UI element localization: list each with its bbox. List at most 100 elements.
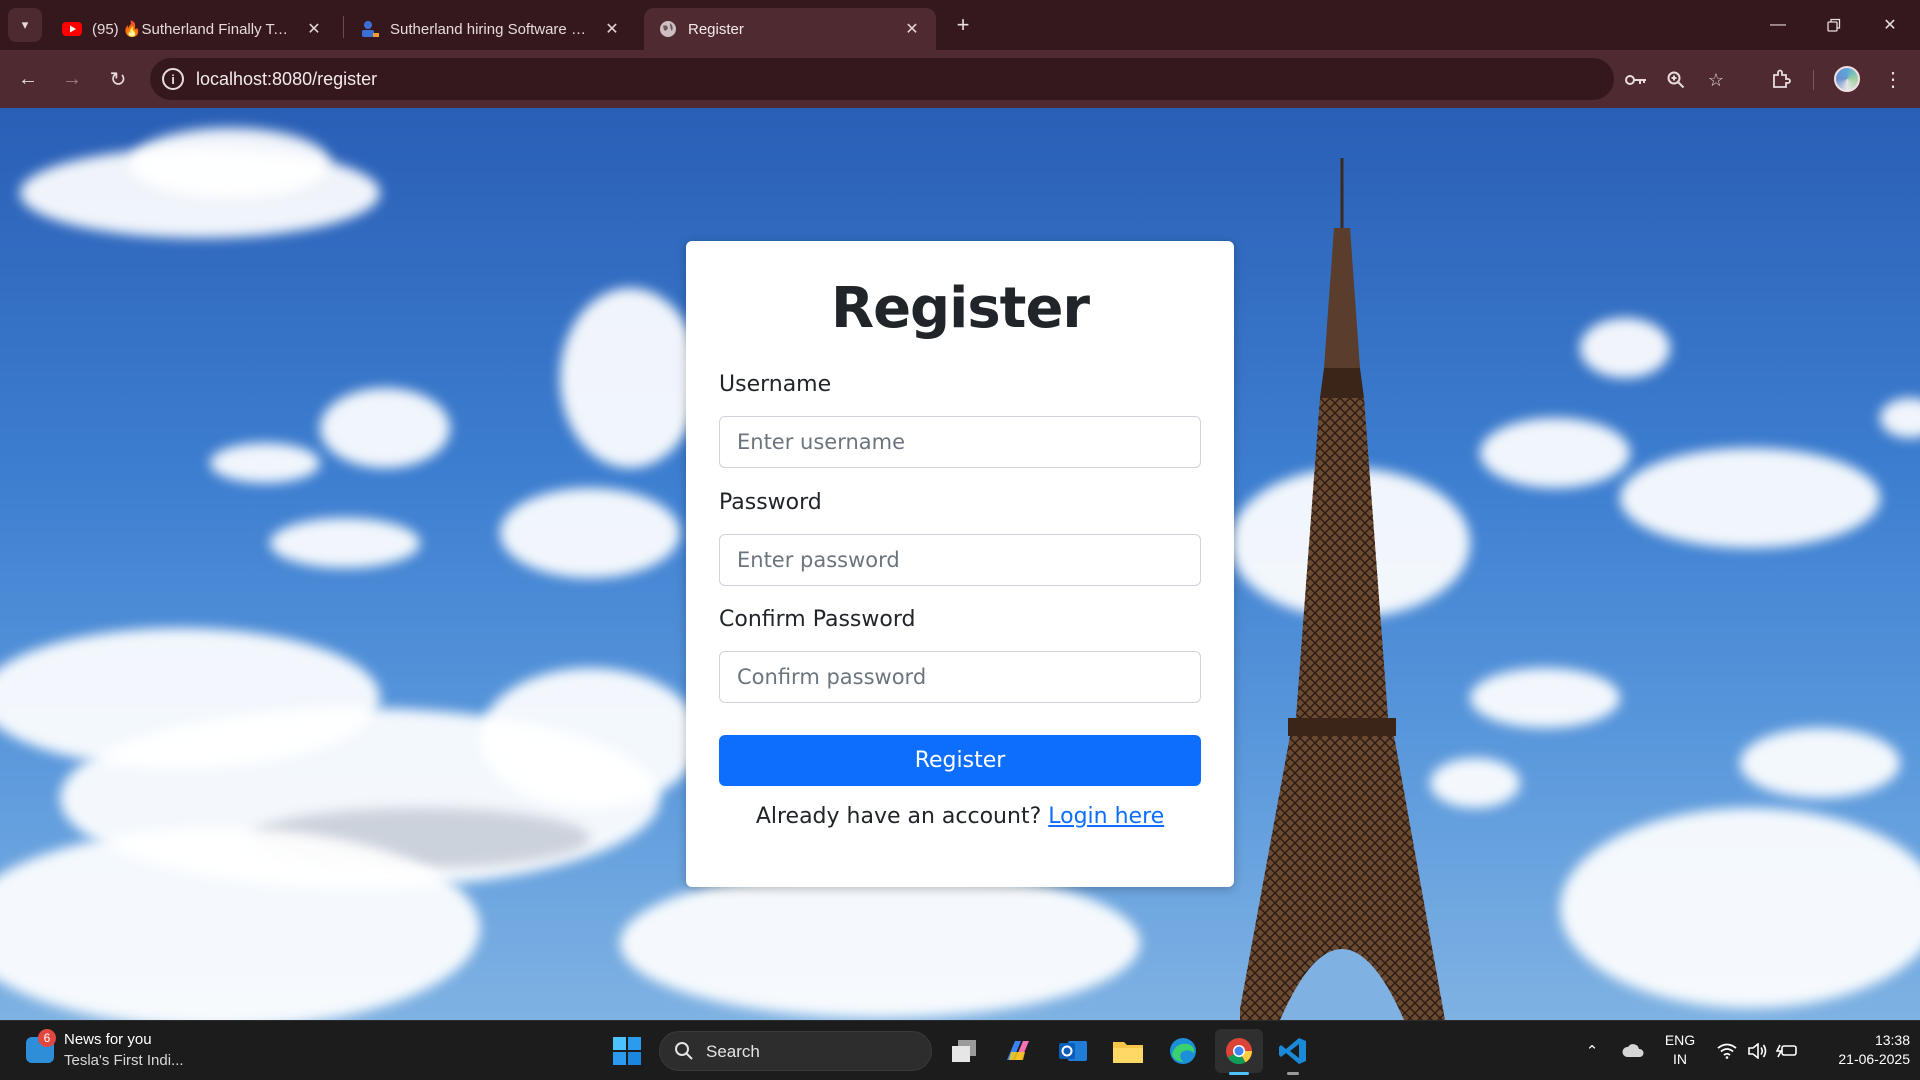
vscode-button[interactable] — [1275, 1033, 1311, 1075]
tab-youtube[interactable]: (95) 🔥Sutherland Finally Tech Hiring ✕ — [48, 8, 338, 50]
show-hidden-icons-button[interactable]: ⌃ — [1580, 1021, 1604, 1080]
zoom-icon[interactable] — [1664, 69, 1688, 91]
language-indicator[interactable]: ENG IN — [1660, 1031, 1700, 1069]
tab-job-listing[interactable]: Sutherland hiring Software Developer ✕ — [346, 8, 636, 50]
chrome-icon — [1226, 1038, 1253, 1065]
login-link[interactable]: Login here — [1048, 804, 1164, 829]
arrow-right-icon: → — [62, 67, 82, 90]
tab-register[interactable]: Register ✕ — [644, 8, 936, 50]
close-icon: ✕ — [1883, 17, 1897, 34]
edge-button[interactable] — [1165, 1033, 1201, 1069]
cloud — [620, 868, 1140, 1018]
cloud — [1620, 448, 1880, 548]
cloud — [1480, 418, 1630, 488]
news-title: News for you — [64, 1031, 152, 1048]
extensions-icon[interactable] — [1766, 64, 1796, 94]
cloud — [1880, 398, 1920, 438]
confirm-password-input[interactable] — [719, 651, 1201, 703]
cloud — [500, 488, 680, 578]
close-icon[interactable]: ✕ — [902, 19, 922, 39]
cloud — [270, 518, 420, 568]
toolbar-divider — [1813, 70, 1814, 90]
browser-toolbar: ← → ↻ i localhost:8080/register ☆ ⋮ — [0, 50, 1920, 108]
edge-icon — [1170, 1038, 1196, 1064]
cloud — [320, 388, 450, 468]
close-window-button[interactable]: ✕ — [1862, 0, 1918, 50]
tab-title: Register — [688, 20, 744, 38]
outlook-icon — [1059, 1041, 1087, 1061]
clock[interactable]: 13:38 21-06-2025 — [1812, 1031, 1910, 1069]
wifi-icon[interactable] — [1714, 1021, 1740, 1080]
vscode-icon — [1279, 1038, 1306, 1064]
cloud — [480, 668, 700, 808]
address-bar[interactable]: i localhost:8080/register ☆ — [150, 58, 1724, 100]
login-prompt-text: Already have an account? — [755, 804, 1042, 829]
password-key-icon[interactable] — [1624, 69, 1648, 91]
register-button[interactable]: Register — [719, 735, 1201, 786]
volume-icon[interactable] — [1744, 1021, 1770, 1080]
chevron-down-icon: ▾ — [21, 17, 29, 32]
password-input[interactable] — [719, 534, 1201, 586]
register-card: Register Username Password Confirm Passw… — [686, 241, 1234, 887]
restore-button[interactable] — [1806, 0, 1862, 50]
region-code: IN — [1673, 1051, 1687, 1067]
chevron-up-icon: ⌃ — [1585, 1043, 1599, 1060]
username-input[interactable] — [719, 416, 1201, 468]
file-explorer-button[interactable] — [1110, 1033, 1146, 1069]
onedrive-icon[interactable] — [1618, 1021, 1648, 1080]
plus-icon: + — [956, 12, 970, 37]
start-button[interactable] — [609, 1033, 645, 1069]
menu-icon[interactable]: ⋮ — [1878, 64, 1908, 94]
login-prompt-row: Already have an account? Login here — [686, 804, 1234, 829]
task-view-icon — [952, 1040, 976, 1062]
confirm-password-label: Confirm Password — [719, 607, 916, 632]
forward-button[interactable]: → — [56, 63, 88, 95]
page-title: Register — [830, 276, 1090, 341]
clock-date: 21-06-2025 — [1838, 1051, 1910, 1067]
windows-icon — [613, 1037, 641, 1065]
restore-icon — [1827, 18, 1841, 32]
tab-title: (95) 🔥Sutherland Finally Tech Hiring — [92, 21, 296, 38]
username-label: Username — [719, 372, 832, 397]
taskbar: 6 News for you Tesla's First Indi... Sea… — [0, 1020, 1920, 1080]
cloud — [210, 443, 320, 483]
tab-strip: ▾ (95) 🔥Sutherland Finally Tech Hiring ✕… — [0, 0, 1920, 50]
clock-time: 13:38 — [1874, 1032, 1910, 1048]
folder-icon — [1113, 1042, 1143, 1063]
notification-badge: 6 — [38, 1029, 56, 1047]
close-icon[interactable]: ✕ — [304, 19, 324, 39]
task-view-button[interactable] — [946, 1033, 982, 1069]
cloud — [1580, 318, 1670, 378]
minimize-icon: — — [1770, 16, 1786, 33]
news-headline: Tesla's First Indi... — [64, 1052, 184, 1069]
language-code: ENG — [1664, 1032, 1696, 1048]
taskbar-search[interactable]: Search — [659, 1031, 932, 1071]
minimize-button[interactable]: — — [1750, 0, 1806, 50]
eiffel-tower-image — [1240, 158, 1445, 1020]
back-button[interactable]: ← — [12, 63, 44, 95]
tab-search-button[interactable]: ▾ — [8, 8, 42, 42]
arrow-left-icon: ← — [18, 67, 38, 90]
cloud — [1740, 728, 1900, 798]
profile-avatar[interactable] — [1834, 66, 1860, 92]
outlook-button[interactable] — [1055, 1033, 1091, 1069]
bookmark-star-icon[interactable]: ☆ — [1704, 69, 1728, 91]
chrome-button[interactable] — [1215, 1029, 1263, 1075]
copilot-icon — [1007, 1041, 1029, 1060]
new-tab-button[interactable]: + — [948, 10, 978, 40]
battery-icon[interactable] — [1774, 1021, 1800, 1080]
cloud — [1560, 808, 1920, 1008]
job-site-icon — [360, 19, 380, 39]
globe-icon — [658, 19, 678, 39]
cloud — [130, 128, 330, 198]
youtube-icon — [62, 19, 82, 39]
site-info-icon[interactable]: i — [162, 68, 184, 90]
url-text[interactable]: localhost:8080/register — [196, 69, 377, 90]
cloud — [560, 288, 700, 468]
reload-button[interactable]: ↻ — [102, 63, 134, 95]
copilot-button[interactable] — [1000, 1033, 1036, 1069]
search-label: Search — [706, 1042, 760, 1061]
page-background: Register Username Password Confirm Passw… — [0, 108, 1920, 1020]
search-icon — [675, 1042, 693, 1060]
close-icon[interactable]: ✕ — [602, 19, 622, 39]
